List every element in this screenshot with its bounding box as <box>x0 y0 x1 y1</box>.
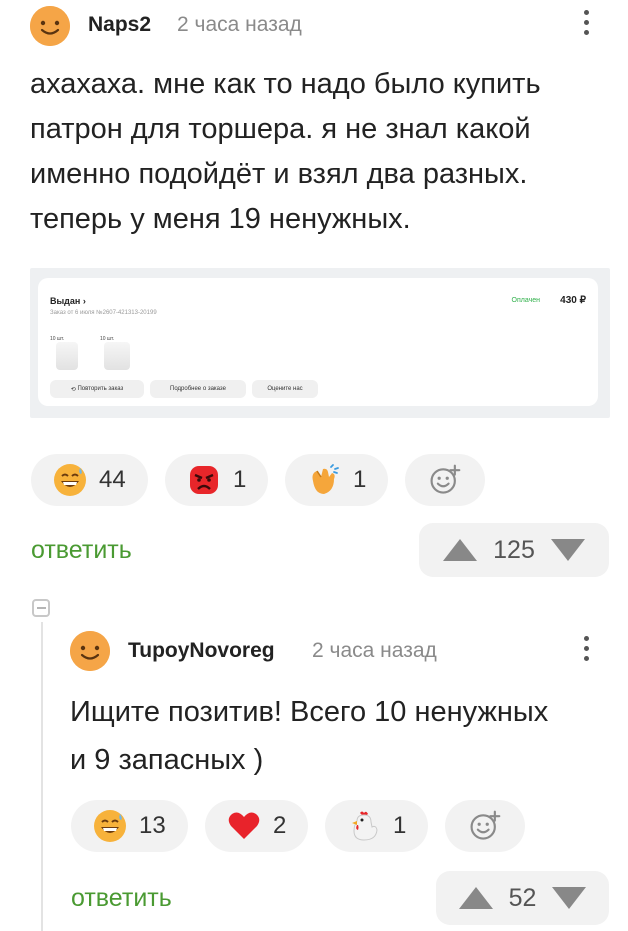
attached-image[interactable]: Выдан › Заказ от 6 июля №2607-421313-201… <box>30 268 610 418</box>
comment-timestamp[interactable]: 2 часа назад <box>312 639 437 663</box>
reaction-count: 13 <box>139 812 166 839</box>
reaction-count: 44 <box>99 466 126 493</box>
reaction-chicken[interactable]: 1 <box>325 800 428 852</box>
comment-line: патрон для торшера. я не знал какой <box>30 113 531 145</box>
upvote-arrow-icon[interactable] <box>443 539 478 561</box>
comment-username[interactable]: TupoyNovoreg <box>128 639 275 663</box>
order-paid-status: Оплачен <box>511 297 540 304</box>
avatar-smiley-icon <box>30 6 70 46</box>
avatar-smiley-icon <box>70 631 110 671</box>
comment-username[interactable]: Naps2 <box>88 13 151 37</box>
reaction-grinning-sweat[interactable]: 44 <box>31 454 148 506</box>
reaction-red-heart[interactable]: 2 <box>205 800 308 852</box>
add-reaction-button[interactable] <box>405 454 485 506</box>
more-options-icon[interactable] <box>582 10 590 35</box>
order-card: Выдан › Заказ от 6 июля №2607-421313-201… <box>38 278 598 406</box>
comment-line: именно подойдёт и взял два разных. <box>30 158 528 190</box>
grinning-sweat-emoji-icon <box>93 809 127 843</box>
clapping-hands-emoji-icon <box>307 463 341 497</box>
comment-line: Ищите позитив! Всего 10 ненужных <box>70 696 549 728</box>
comment-timestamp[interactable]: 2 часа назад <box>177 13 302 37</box>
comment-rating: 52 <box>436 871 609 925</box>
comment-body: Ищите позитив! Всего 10 ненужных и 9 зап… <box>70 688 620 784</box>
reaction-count: 1 <box>353 466 367 493</box>
reaction-angry-face[interactable]: 1 <box>165 454 268 506</box>
order-details-button: Подробнее о заказе <box>150 380 246 398</box>
thread-line[interactable] <box>41 622 43 931</box>
repeat-order-button: ⟲ Повторить заказ <box>50 380 144 398</box>
comment-line: теперь у меня 19 ненужных. <box>30 203 411 235</box>
comment-line: и 9 запасных ) <box>70 744 264 776</box>
order-sum: 430 ₽ <box>560 295 586 306</box>
chicken-emoji-icon <box>347 809 381 843</box>
product-thumbnail <box>56 342 78 370</box>
add-reaction-icon <box>428 463 462 497</box>
add-reaction-icon <box>468 809 502 843</box>
user-avatar[interactable] <box>30 6 70 46</box>
reaction-count: 1 <box>233 466 247 493</box>
collapse-thread-button[interactable] <box>32 599 50 617</box>
downvote-arrow-icon[interactable] <box>552 887 587 909</box>
reaction-count: 1 <box>393 812 407 839</box>
rating-value: 125 <box>493 535 535 564</box>
comment-body: ахахаха. мне как то надо было купить пат… <box>30 62 620 242</box>
comment-line: ахахаха. мне как то надо было купить <box>30 68 541 100</box>
order-number: Заказ от 6 июля №2607-421313-20199 <box>50 310 157 316</box>
angry-face-emoji-icon <box>187 463 221 497</box>
reply-link[interactable]: ответить <box>71 884 172 913</box>
add-reaction-button[interactable] <box>445 800 525 852</box>
more-options-icon[interactable] <box>582 636 590 661</box>
order-status: Выдан › <box>50 296 86 306</box>
product-thumbnail <box>104 342 130 370</box>
reaction-grinning-sweat[interactable]: 13 <box>71 800 188 852</box>
reaction-count: 2 <box>273 812 287 839</box>
red-heart-emoji-icon <box>227 809 261 843</box>
user-avatar[interactable] <box>70 631 110 671</box>
reply-link[interactable]: ответить <box>31 536 132 565</box>
upvote-arrow-icon[interactable] <box>458 887 493 909</box>
downvote-arrow-icon[interactable] <box>550 539 585 561</box>
rate-us-button: Оцените нас <box>252 380 318 398</box>
grinning-sweat-emoji-icon <box>53 463 87 497</box>
comment-rating: 125 <box>419 523 609 577</box>
rating-value: 52 <box>508 883 537 912</box>
reaction-clapping-hands[interactable]: 1 <box>285 454 388 506</box>
